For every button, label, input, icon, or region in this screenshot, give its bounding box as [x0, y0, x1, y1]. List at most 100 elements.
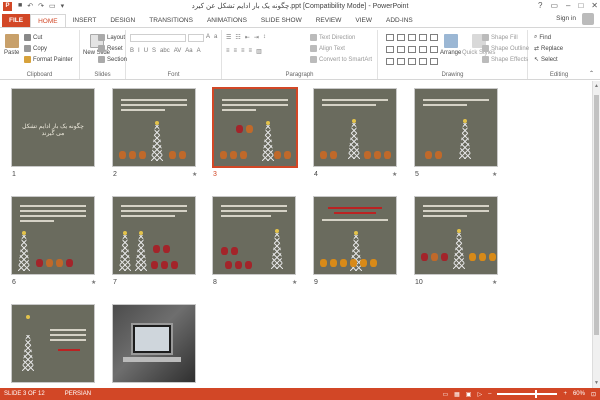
- shape-fill-label: Shape Fill: [491, 34, 518, 41]
- zoom-out-icon[interactable]: –: [488, 391, 491, 397]
- slide-thumbnail-7[interactable]: [112, 196, 196, 275]
- ants-image: [36, 259, 73, 267]
- slide-thumbnail-5[interactable]: [414, 88, 498, 167]
- avatar[interactable]: [582, 13, 594, 25]
- shape-outline-button[interactable]: Shape Outline: [482, 45, 529, 52]
- close-icon[interactable]: ✕: [591, 1, 598, 10]
- save-icon[interactable]: ■: [18, 2, 22, 10]
- align-center-icon[interactable]: ≡: [234, 48, 238, 55]
- help-icon[interactable]: ?: [538, 1, 542, 10]
- numbering-icon[interactable]: ☷: [235, 34, 240, 41]
- spacing-icon[interactable]: AV: [174, 48, 182, 54]
- slide-thumbnail-2[interactable]: [112, 88, 196, 167]
- justify-icon[interactable]: ≡: [249, 48, 253, 55]
- replace-button[interactable]: ⇄ Replace: [534, 45, 563, 53]
- slide-thumbnail-9[interactable]: [313, 196, 397, 275]
- slide-text-line: [423, 205, 489, 207]
- language-indicator[interactable]: PERSIAN: [65, 391, 91, 397]
- tab-slide-show[interactable]: SLIDE SHOW: [254, 14, 309, 27]
- shapes-gallery[interactable]: [386, 34, 438, 68]
- sign-in-link[interactable]: Sign in: [556, 15, 576, 22]
- reading-view-icon[interactable]: ▣: [466, 391, 472, 398]
- customize-qat-icon[interactable]: ▾: [61, 2, 65, 10]
- align-left-icon[interactable]: ≡: [226, 48, 230, 55]
- slide-thumbnail-12[interactable]: [112, 304, 196, 383]
- shrink-font-icon[interactable]: a: [214, 34, 217, 40]
- collapse-ribbon-icon[interactable]: ⌃: [589, 70, 594, 77]
- normal-view-icon[interactable]: ▭: [442, 391, 448, 398]
- text-direction-button[interactable]: Text Direction: [310, 34, 355, 41]
- font-color-icon[interactable]: A: [197, 48, 201, 54]
- slide-thumbnail-1[interactable]: چگونه یک بار ادایم تشکل می گیرند: [11, 88, 95, 167]
- paste-button[interactable]: Paste: [4, 34, 19, 56]
- tab-add-ins[interactable]: ADD-INS: [379, 14, 420, 27]
- tab-file[interactable]: FILE: [2, 14, 31, 27]
- minimize-icon[interactable]: –: [566, 1, 570, 10]
- slide-title: چگونه یک بار ادایم تشکل می گیرند: [22, 124, 84, 137]
- shape-effects-button[interactable]: Shape Effects: [482, 56, 528, 63]
- ants-image: [151, 261, 178, 269]
- case-icon[interactable]: Aa: [185, 48, 192, 54]
- underline-icon[interactable]: U: [144, 48, 148, 54]
- strikethrough-icon[interactable]: abc: [160, 48, 170, 54]
- section-button[interactable]: Section: [98, 56, 127, 63]
- maximize-icon[interactable]: □: [578, 1, 583, 10]
- convert-smartart-button[interactable]: Convert to SmartArt: [310, 56, 372, 63]
- tab-design[interactable]: DESIGN: [103, 14, 142, 27]
- tab-view[interactable]: VIEW: [348, 14, 379, 27]
- tab-transitions[interactable]: TRANSITIONS: [142, 14, 200, 27]
- slideshow-view-icon[interactable]: ▷: [477, 391, 482, 398]
- zoom-level[interactable]: 60%: [573, 391, 585, 397]
- scroll-up-icon[interactable]: ▲: [593, 83, 600, 89]
- italic-icon[interactable]: I: [138, 48, 140, 54]
- undo-icon[interactable]: ↶: [27, 2, 33, 10]
- vertical-scrollbar[interactable]: ▲ ▼: [592, 81, 600, 388]
- text-direction-icon: [310, 34, 317, 41]
- start-slideshow-icon[interactable]: ▭: [49, 2, 56, 10]
- fit-slide-icon[interactable]: ⊡: [591, 391, 596, 398]
- reset-button[interactable]: Reset: [98, 45, 123, 52]
- increase-indent-icon[interactable]: ⇥: [254, 34, 259, 41]
- bullets-icon[interactable]: ☰: [226, 34, 231, 41]
- line-spacing-icon[interactable]: ↕: [263, 34, 266, 41]
- slide-sorter-view-icon[interactable]: ▦: [454, 391, 460, 398]
- cut-button[interactable]: Cut: [24, 34, 42, 41]
- scroll-thumb[interactable]: [594, 95, 599, 335]
- shape-fill-button[interactable]: Shape Fill: [482, 34, 518, 41]
- font-name-field[interactable]: [130, 34, 186, 42]
- decrease-indent-icon[interactable]: ⇤: [245, 34, 250, 41]
- select-button[interactable]: ↖ Select: [534, 56, 558, 64]
- copy-button[interactable]: Copy: [24, 45, 47, 52]
- font-size-field[interactable]: [188, 34, 204, 42]
- tab-insert[interactable]: INSERT: [66, 14, 104, 27]
- tab-home[interactable]: HOME: [30, 14, 66, 27]
- slide-thumbnail-10[interactable]: [414, 196, 498, 275]
- paste-label: Paste: [4, 50, 20, 56]
- find-button[interactable]: ⌕ Find: [534, 34, 551, 41]
- grow-font-icon[interactable]: A: [206, 34, 210, 40]
- tab-review[interactable]: REVIEW: [309, 14, 349, 27]
- slide-thumbnail-4[interactable]: [313, 88, 397, 167]
- align-text-button[interactable]: Align Text: [310, 45, 345, 52]
- text-direction-label: Text Direction: [319, 34, 356, 41]
- shadow-icon[interactable]: S: [152, 48, 156, 54]
- layout-button[interactable]: Layout: [98, 34, 125, 41]
- slide-number: 1: [12, 171, 16, 178]
- drawing-group-label: Drawing: [441, 72, 464, 78]
- tab-animations[interactable]: ANIMATIONS: [200, 14, 254, 27]
- align-buttons: ≡ ≡ ≡ ≡ ▥: [226, 48, 262, 55]
- zoom-in-icon[interactable]: +: [563, 391, 567, 397]
- arrange-button[interactable]: Arrange: [440, 34, 461, 56]
- slide-thumbnail-6[interactable]: [11, 196, 95, 275]
- columns-icon[interactable]: ▥: [256, 48, 262, 55]
- zoom-slider[interactable]: [497, 390, 558, 398]
- slide-thumbnail-8[interactable]: [212, 196, 296, 275]
- scroll-down-icon[interactable]: ▼: [593, 380, 600, 386]
- ribbon-options-icon[interactable]: ▭: [550, 1, 558, 10]
- align-right-icon[interactable]: ≡: [241, 48, 245, 55]
- redo-icon[interactable]: ↷: [38, 2, 44, 10]
- slide-thumbnail-3[interactable]: [212, 87, 298, 168]
- slide-thumbnail-11[interactable]: [11, 304, 95, 383]
- format-painter-button[interactable]: Format Painter: [24, 56, 73, 63]
- bold-icon[interactable]: B: [130, 48, 134, 54]
